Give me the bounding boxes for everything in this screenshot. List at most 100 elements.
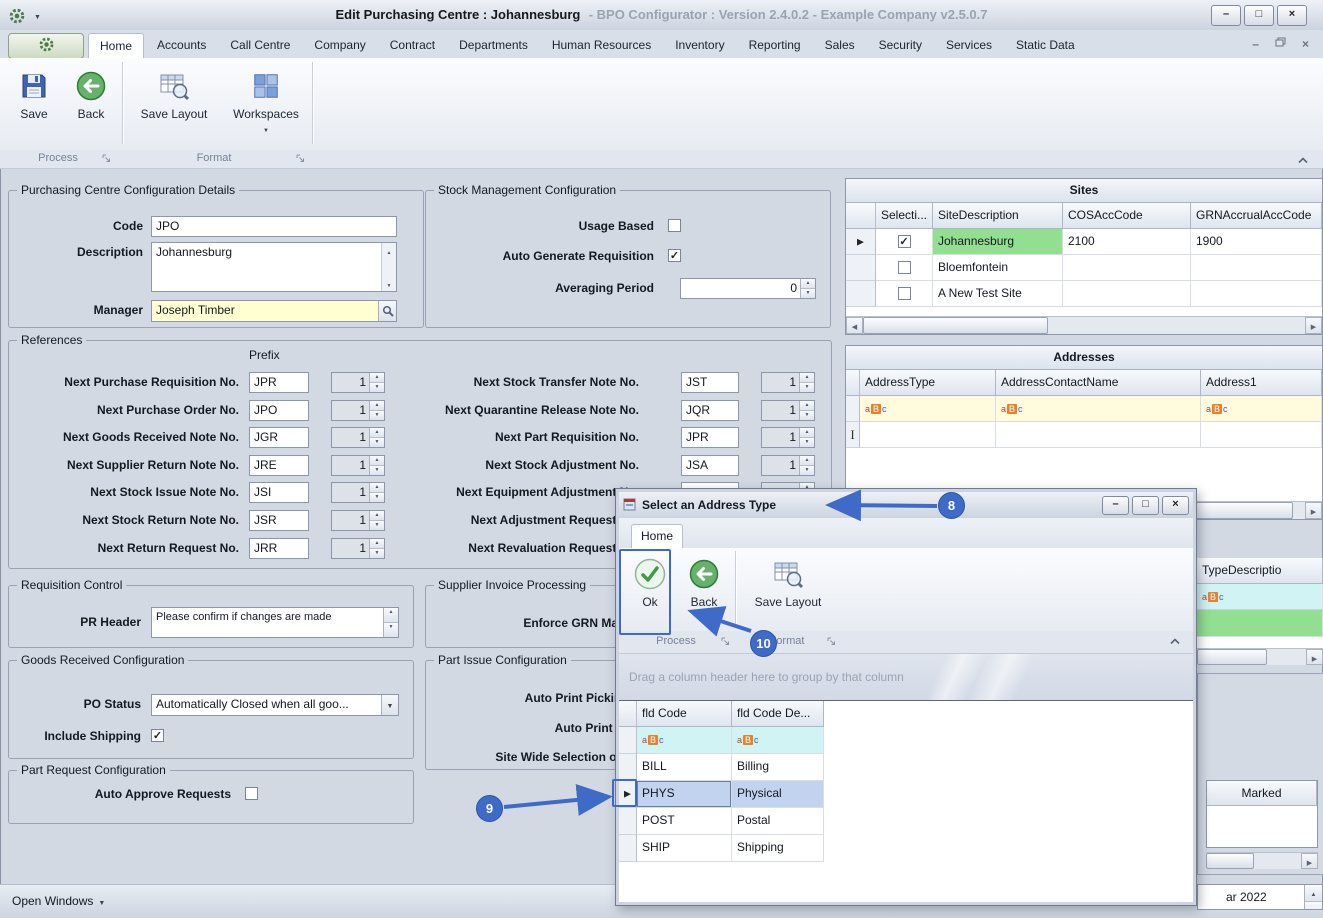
sites-horizontal-scrollbar[interactable]	[846, 316, 1322, 334]
mdi-minimize-button[interactable]	[1252, 36, 1259, 52]
ref-number-spinner[interactable]: 1	[761, 400, 815, 421]
ref-number-spinner[interactable]: 1	[331, 427, 385, 448]
date-navigator-fragment[interactable]: ar 2022	[1197, 884, 1323, 910]
tab-sales[interactable]: Sales	[814, 33, 866, 58]
site-description-cell[interactable]: A New Test Site	[933, 281, 1063, 307]
selected-row-fragment[interactable]	[1197, 610, 1323, 637]
ref-number-spinner[interactable]: 1	[331, 455, 385, 476]
code-input[interactable]: JPO	[151, 216, 397, 237]
scroll-right-icon[interactable]	[1305, 317, 1322, 334]
dialog-save-layout-button[interactable]: Save Layout	[745, 552, 831, 626]
description-scroll-arrows[interactable]	[381, 243, 396, 291]
include-shipping-checkbox[interactable]	[151, 729, 164, 742]
po-status-dropdown-icon[interactable]	[381, 695, 398, 715]
tab-contract[interactable]: Contract	[379, 33, 446, 58]
ref-prefix-input[interactable]: JPR	[681, 427, 739, 448]
manager-lookup-button[interactable]	[378, 301, 396, 321]
site-select-checkbox[interactable]	[898, 261, 911, 274]
auto-filter-icon[interactable]	[1206, 397, 1228, 422]
auto-filter-icon[interactable]	[1202, 585, 1224, 610]
ref-prefix-input[interactable]: JQR	[681, 400, 739, 421]
maximize-button[interactable]	[1244, 5, 1274, 26]
desc-cell[interactable]: Physical	[732, 781, 824, 808]
quick-access-caret-icon[interactable]	[34, 0, 41, 33]
site-cos-cell[interactable]: 2100	[1063, 229, 1191, 255]
type-description-column-header[interactable]: TypeDescriptio	[1197, 558, 1323, 584]
address-type-row-selected[interactable]: PHYS Physical	[619, 781, 1193, 808]
site-grn-cell[interactable]	[1191, 281, 1322, 307]
desc-cell[interactable]: Billing	[732, 754, 824, 781]
addresses-col-contact[interactable]: AddressContactName	[996, 370, 1201, 396]
ref-number-spinner[interactable]: 1	[331, 372, 385, 393]
ref-prefix-input[interactable]: JSI	[249, 482, 309, 503]
ref-prefix-input[interactable]: JSR	[249, 510, 309, 531]
pr-header-input[interactable]: Please confirm if changes are made	[151, 607, 399, 638]
address-type-row[interactable]: BILL Billing	[619, 754, 1193, 781]
ref-prefix-input[interactable]: JPO	[249, 400, 309, 421]
desc-cell[interactable]: Postal	[732, 808, 824, 835]
scroll-right-icon[interactable]	[1306, 649, 1323, 665]
usage-based-checkbox[interactable]	[668, 219, 681, 232]
averaging-period-spinner[interactable]: 0	[680, 278, 816, 299]
dialog-filter-row[interactable]	[619, 727, 1193, 754]
code-cell[interactable]: BILL	[637, 754, 732, 781]
pr-header-spin-buttons[interactable]	[383, 608, 398, 637]
minimize-button[interactable]	[1211, 5, 1241, 26]
ref-number-spinner[interactable]: 1	[331, 510, 385, 531]
scrollbar-thumb[interactable]	[1206, 853, 1254, 869]
dialog-maximize-button[interactable]	[1132, 496, 1159, 515]
col-fld-code-desc[interactable]: fld Code De...	[732, 701, 824, 727]
fragment-scrollbar[interactable]	[1206, 852, 1318, 869]
auto-filter-icon[interactable]	[642, 728, 664, 753]
ref-number-spinner[interactable]: 1	[331, 482, 385, 503]
collapse-ribbon-icon[interactable]	[1297, 155, 1309, 167]
ref-number-spinner[interactable]: 1	[331, 400, 385, 421]
auto-generate-checkbox[interactable]	[668, 249, 681, 262]
tab-security[interactable]: Security	[868, 33, 933, 58]
save-button[interactable]: Save	[10, 64, 58, 146]
address-type-cell[interactable]	[860, 422, 996, 448]
site-grn-cell[interactable]: 1900	[1191, 229, 1322, 255]
ref-prefix-input[interactable]: JPR	[249, 372, 309, 393]
application-menu-button[interactable]	[8, 33, 84, 59]
sites-row[interactable]: Bloemfontein	[846, 255, 1322, 281]
scrollbar-thumb[interactable]	[863, 317, 1048, 334]
dialog-back-button[interactable]: Back	[681, 552, 727, 626]
sites-col-selected[interactable]: Selecti...	[876, 203, 933, 229]
po-status-dropdown[interactable]: Automatically Closed when all goo...	[151, 694, 399, 716]
back-button[interactable]: Back	[66, 64, 116, 146]
close-button[interactable]	[1277, 5, 1307, 26]
scroll-right-icon[interactable]	[1301, 853, 1318, 869]
scroll-left-icon[interactable]	[846, 317, 863, 334]
dialog-tab-home[interactable]: Home	[631, 524, 683, 548]
ref-prefix-input[interactable]: JRR	[249, 538, 309, 559]
site-description-cell[interactable]: Johannesburg	[933, 229, 1063, 255]
dialog-collapse-ribbon-icon[interactable]	[1169, 636, 1181, 648]
description-input[interactable]: Johannesburg	[151, 242, 397, 292]
mdi-restore-button[interactable]	[1275, 36, 1286, 52]
tab-human-resources[interactable]: Human Resources	[541, 33, 662, 58]
addresses-filter-row[interactable]	[846, 396, 1322, 422]
addresses-col-address1[interactable]: Address1	[1201, 370, 1322, 396]
dialog-format-launcher-icon[interactable]	[827, 637, 836, 646]
dialog-close-button[interactable]	[1162, 496, 1189, 515]
dialog-minimize-button[interactable]	[1102, 496, 1129, 515]
scroll-right-icon[interactable]	[1305, 502, 1322, 519]
auto-filter-icon[interactable]	[865, 397, 887, 422]
addresses-row[interactable]	[846, 422, 1322, 448]
ref-prefix-input[interactable]: JGR	[249, 427, 309, 448]
sites-row[interactable]: Johannesburg 2100 1900	[846, 229, 1322, 255]
address-type-row[interactable]: POST Postal	[619, 808, 1193, 835]
averaging-spin-buttons[interactable]	[800, 279, 815, 298]
site-select-checkbox[interactable]	[898, 235, 911, 248]
site-cos-cell[interactable]	[1063, 281, 1191, 307]
ref-number-spinner[interactable]: 1	[761, 372, 815, 393]
sites-row[interactable]: A New Test Site	[846, 281, 1322, 307]
tab-company[interactable]: Company	[303, 33, 376, 58]
ref-number-spinner[interactable]: 1	[331, 538, 385, 559]
group-by-panel[interactable]: Drag a column header here to group by th…	[619, 654, 1193, 701]
address-contact-cell[interactable]	[996, 422, 1201, 448]
marked-column-header[interactable]: Marked	[1207, 781, 1317, 806]
auto-approve-checkbox[interactable]	[245, 787, 258, 800]
code-cell[interactable]: PHYS	[637, 781, 732, 808]
